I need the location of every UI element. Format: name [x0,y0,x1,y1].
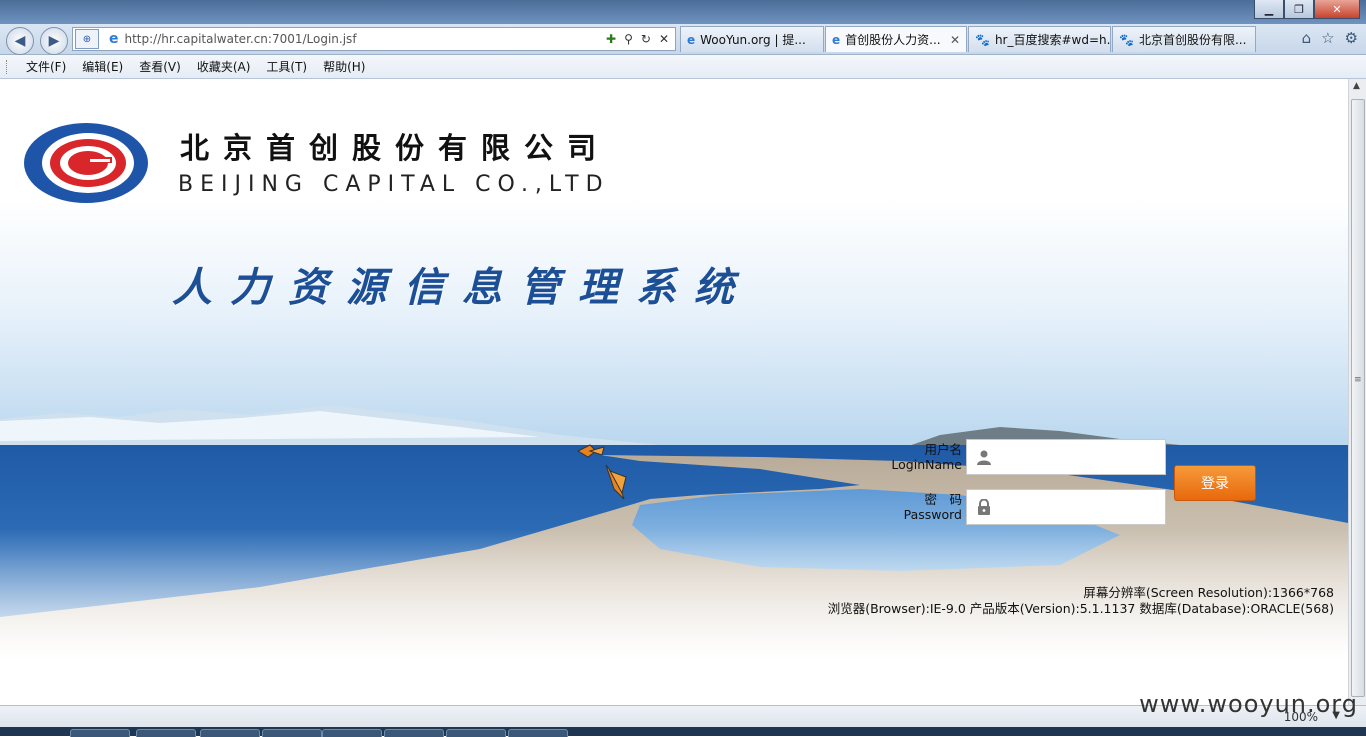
add-icon[interactable]: ✚ [606,32,616,46]
tab-beijing-capital[interactable]: 🐾 北京首创股份有限... [1112,26,1256,52]
tab-label: WooYun.org | 提... [700,33,806,47]
menu-edit[interactable]: 编辑(E) [74,58,131,75]
company-logo [24,123,148,203]
tab-label: hr_百度搜索#wd=h... [994,33,1111,47]
password-label-en: Password [903,507,962,522]
vertical-scrollbar[interactable]: ▲ ≡ [1348,79,1366,705]
menu-grip [6,59,10,74]
tab-label: 首创股份人力资... [845,33,941,47]
password-input[interactable] [1001,493,1155,521]
username-label: 用户名 LoginName [872,442,962,472]
window-controls: ▁ ❐ ✕ [1254,0,1360,19]
maximize-button[interactable]: ❐ [1284,0,1314,19]
login-button[interactable]: 登录 [1174,465,1256,501]
password-label-cn: 密 码 [924,492,962,507]
scrollbar-thumb[interactable] [1351,99,1365,697]
browser-right-icons: ⌂ ☆ ⚙ [1302,29,1358,47]
stop-icon[interactable]: ✕ [659,32,669,46]
system-title: 人力资源信息管理系统 [172,264,752,311]
scroll-grip-icon: ≡ [1354,375,1362,385]
home-icon[interactable]: ⌂ [1302,29,1312,47]
tab-wooyun[interactable]: e WooYun.org | 提... [680,26,824,52]
gear-icon[interactable]: ⚙ [1345,29,1358,47]
forward-arrow-icon: ▶ [48,33,60,49]
baidu-paw-icon: 🐾 [975,32,990,47]
username-label-cn: 用户名 [924,442,962,457]
password-field[interactable] [966,489,1166,525]
menu-file[interactable]: 文件(F) [18,58,74,75]
username-input[interactable] [1001,443,1155,471]
lock-icon [967,499,1001,515]
close-window-button[interactable]: ✕ [1314,0,1360,19]
menu-view[interactable]: 查看(V) [131,58,189,75]
ie-icon: e [832,32,841,47]
scroll-up-arrow-icon[interactable]: ▲ [1353,81,1360,91]
window-titlebar: ▁ ❐ ✕ [0,0,1366,24]
menu-help[interactable]: 帮助(H) [315,58,373,75]
butterfly-decoration [576,444,627,500]
user-icon [967,449,1001,465]
tab-login-page[interactable]: e 首创股份人力资... ✕ [825,26,967,52]
forward-button[interactable]: ▶ [40,27,68,55]
refresh-icon[interactable]: ↻ [641,32,651,46]
page-viewport: 北京首创股份有限公司 BEIJING CAPITAL CO.,LTD 人力资源信… [0,79,1348,705]
address-bar[interactable]: ⊕ e http://hr.capitalwater.cn:7001/Login… [72,27,676,51]
menu-bar: 文件(F) 编辑(E) 查看(V) 收藏夹(A) 工具(T) 帮助(H) [0,55,1366,79]
company-name-cn: 北京首创股份有限公司 [180,131,611,165]
ie-icon: e [687,32,696,47]
menu-tools[interactable]: 工具(T) [258,58,315,75]
username-field[interactable] [966,439,1166,475]
search-icon[interactable]: ⚲ [624,32,633,46]
baidu-paw-icon: 🐾 [1119,32,1134,47]
tab-baidu-search[interactable]: 🐾 hr_百度搜索#wd=h... [968,26,1111,52]
close-tab-icon[interactable]: ✕ [944,33,960,47]
favorites-star-icon[interactable]: ☆ [1321,29,1334,47]
environment-info: 浏览器(Browser):IE-9.0 产品版本(Version):5.1.11… [827,601,1334,616]
tab-label: 北京首创股份有限... [1138,33,1247,47]
password-label: 密 码 Password [872,492,962,522]
minimize-button[interactable]: ▁ [1254,0,1284,19]
username-label-en: LoginName [891,457,962,472]
ie-icon: e [109,31,119,47]
windows-taskbar [0,727,1366,737]
company-name-en: BEIJING CAPITAL CO.,LTD [178,172,610,197]
address-url[interactable]: http://hr.capitalwater.cn:7001/Login.jsf [125,32,357,46]
watermark-text: www.wooyun.org [1139,690,1358,718]
compat-view-icon[interactable]: ⊕ [75,29,99,49]
back-button[interactable]: ◀ [6,27,34,55]
menu-favorites[interactable]: 收藏夹(A) [189,58,259,75]
back-arrow-icon: ◀ [14,33,26,49]
